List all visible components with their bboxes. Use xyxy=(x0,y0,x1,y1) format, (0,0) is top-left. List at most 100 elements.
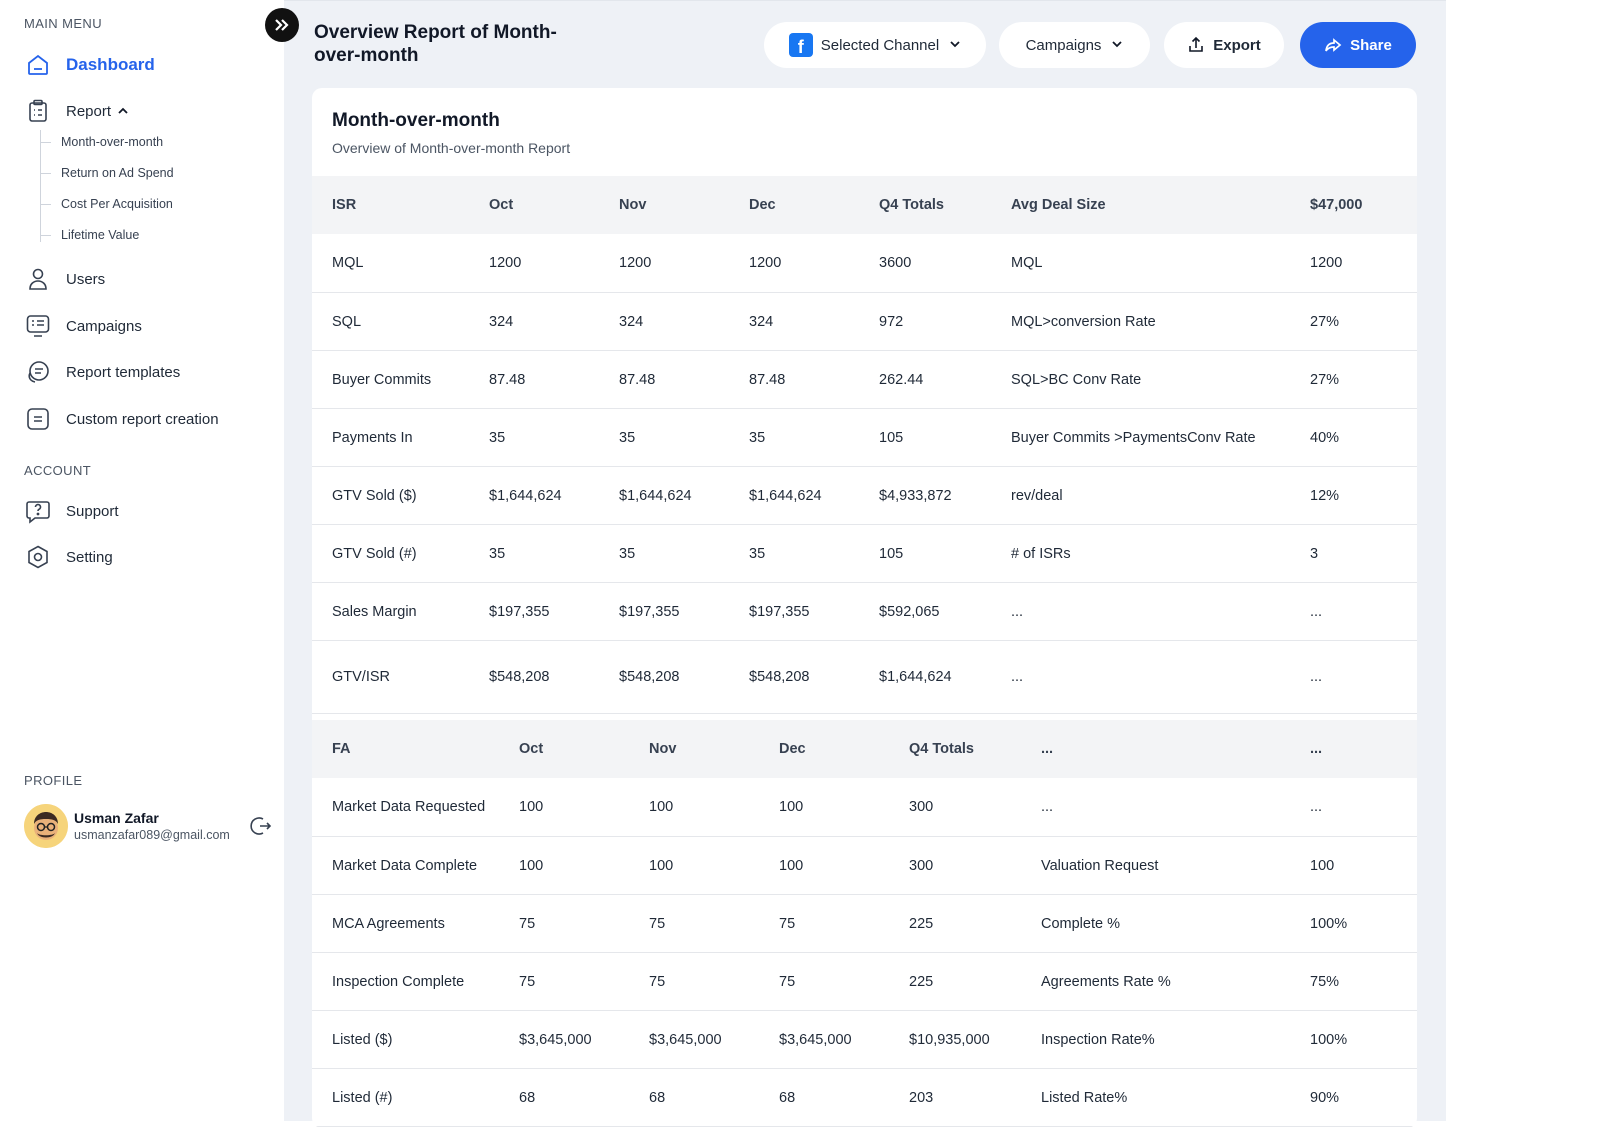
campaigns-label: Campaigns xyxy=(1025,36,1102,54)
table-cell: 27% xyxy=(1310,313,1340,330)
table-cell: 35 xyxy=(619,429,636,446)
sidebar-item-label: Custom report creation xyxy=(66,410,219,428)
chevron-down-icon xyxy=(1111,37,1123,54)
page-title: Overview Report of Month-over-month xyxy=(314,22,557,66)
sidebar-subitem-ltv[interactable]: Lifetime Value xyxy=(41,228,139,242)
table-row: Market Data Complete 100 100 100 300 Valuatio… xyxy=(312,837,1417,895)
table-row: Payments In 35 35 35 105 Buyer Commits >Payme… xyxy=(312,409,1417,467)
table-cell: Buyer Commits >PaymentsConv Rate xyxy=(1011,429,1256,446)
column-header: Nov xyxy=(619,197,647,213)
table-cell: 75 xyxy=(519,915,536,932)
table-cell: Market Data Requested xyxy=(332,799,486,815)
sidebar-subitem-month-over-month[interactable]: Month-over-month xyxy=(41,135,163,149)
sidebar-item-custom-report[interactable]: Custom report creation xyxy=(24,405,219,433)
double-chevron-right-icon xyxy=(273,16,291,34)
table-cell: Payments In xyxy=(332,429,413,446)
subitem-label: Month-over-month xyxy=(61,135,164,149)
table-cell: 35 xyxy=(619,545,636,562)
column-header: Q4 Totals xyxy=(879,197,944,213)
table-cell: $10,935,000 xyxy=(909,1031,990,1048)
table-row: Listed ($) $3,645,000 $3,645,000 $3,645,000… xyxy=(312,1011,1417,1069)
sidebar: MAIN MENU Dashboard Report Month-over-mo… xyxy=(4,0,284,919)
table-cell: $197,355 xyxy=(749,603,810,620)
column-header: ... xyxy=(1041,741,1054,757)
sidebar-item-campaigns[interactable]: Campaigns xyxy=(24,312,142,340)
table-cell: 324 xyxy=(489,313,514,330)
table-header-row: ISR Oct Nov Dec Q4 Totals Avg Deal Size $47,00… xyxy=(312,176,1417,234)
table-row: Market Data Requested 100 100 100 300...... xyxy=(312,778,1417,837)
table-cell: SQL>BC Conv Rate xyxy=(1011,371,1142,388)
sidebar-item-label: Dashboard xyxy=(66,55,155,74)
table-cell: $3,645,000 xyxy=(779,1031,852,1048)
table-cell: 68 xyxy=(779,1089,796,1106)
document-icon xyxy=(24,405,52,433)
table-cell: 68 xyxy=(649,1089,666,1106)
table-cell: 35 xyxy=(749,429,766,446)
table-cell: ... xyxy=(1011,603,1024,620)
sidebar-item-label: Report templates xyxy=(66,363,181,381)
user-icon xyxy=(24,265,52,293)
report-card: Month-over-month Overview of Month-over-… xyxy=(312,88,1417,1128)
sidebar-item-dashboard[interactable]: Dashboard xyxy=(24,51,155,79)
table-cell: ... xyxy=(1041,799,1054,815)
table-cell: MQL xyxy=(1011,255,1043,271)
table-cell: 35 xyxy=(489,545,506,562)
table-cell: $3,645,000 xyxy=(649,1031,722,1048)
sidebar-subitem-cpa[interactable]: Cost Per Acquisition xyxy=(41,197,173,211)
sidebar-item-label: Support xyxy=(66,502,119,520)
table-cell: $197,355 xyxy=(619,603,680,620)
table-cell: GTV Sold (#) xyxy=(332,545,417,562)
table-cell: 100% xyxy=(1310,915,1348,932)
table-cell: ... xyxy=(1310,669,1323,685)
channel-select[interactable]: f Selected Channel xyxy=(764,22,986,68)
sidebar-item-report-templates[interactable]: Report templates xyxy=(24,358,180,386)
table-cell: 27% xyxy=(1310,371,1340,388)
column-header: ISR xyxy=(332,197,357,213)
table-cell: Complete % xyxy=(1041,915,1120,932)
monitor-icon xyxy=(24,312,52,340)
table-cell: 40% xyxy=(1310,429,1340,446)
avatar[interactable] xyxy=(24,804,68,848)
template-icon xyxy=(24,358,52,386)
table-cell: 225 xyxy=(909,915,934,932)
table-cell: Listed Rate% xyxy=(1041,1089,1128,1106)
sidebar-subitem-roas[interactable]: Return on Ad Spend xyxy=(41,166,174,180)
share-button[interactable]: Share xyxy=(1300,22,1416,68)
table-cell: ... xyxy=(1310,799,1323,815)
export-button[interactable]: Export xyxy=(1164,22,1284,68)
card-title: Month-over-month xyxy=(332,110,500,131)
table-cell: 75 xyxy=(649,973,666,990)
column-header: Oct xyxy=(489,197,514,213)
logout-icon[interactable] xyxy=(248,813,274,839)
sidebar-item-support[interactable]: Support xyxy=(24,497,119,525)
table-cell: $1,644,624 xyxy=(619,487,692,504)
subitem-label: Cost Per Acquisition xyxy=(61,197,173,211)
table-cell: MQL>conversion Rate xyxy=(1011,313,1156,330)
table-cell: 972 xyxy=(879,313,904,330)
campaigns-select[interactable]: Campaigns xyxy=(999,22,1150,68)
table-cell: MQL xyxy=(332,255,364,271)
table-cell: ... xyxy=(1310,603,1323,620)
collapse-toggle-button[interactable] xyxy=(265,8,299,42)
table-cell: 35 xyxy=(749,545,766,562)
table-cell: 262.44 xyxy=(879,371,924,388)
sidebar-item-report[interactable]: Report xyxy=(24,97,129,125)
sidebar-item-setting[interactable]: Setting xyxy=(24,543,113,571)
sidebar-item-users[interactable]: Users xyxy=(24,265,105,293)
table-cell: 105 xyxy=(879,545,904,562)
table-cell: 1200 xyxy=(489,255,522,271)
help-icon xyxy=(24,497,52,525)
table-cell: 3600 xyxy=(879,255,912,271)
table-cell: 87.48 xyxy=(749,371,786,388)
table-cell: ... xyxy=(1011,669,1024,685)
main-menu-label: MAIN MENU xyxy=(24,16,102,31)
profile-label: PROFILE xyxy=(24,773,83,788)
table-cell: Listed ($) xyxy=(332,1031,393,1048)
card-subtitle: Overview of Month-over-month Report xyxy=(332,140,571,156)
subitem-label: Return on Ad Spend xyxy=(61,166,174,180)
table-row: GTV/ISR $548,208 $548,208 $548,208 $1,644,62… xyxy=(312,641,1417,714)
column-header: Dec xyxy=(779,741,806,757)
table-cell: 300 xyxy=(909,857,934,874)
table-cell: 68 xyxy=(519,1089,536,1106)
table-cell: rev/deal xyxy=(1011,487,1063,504)
